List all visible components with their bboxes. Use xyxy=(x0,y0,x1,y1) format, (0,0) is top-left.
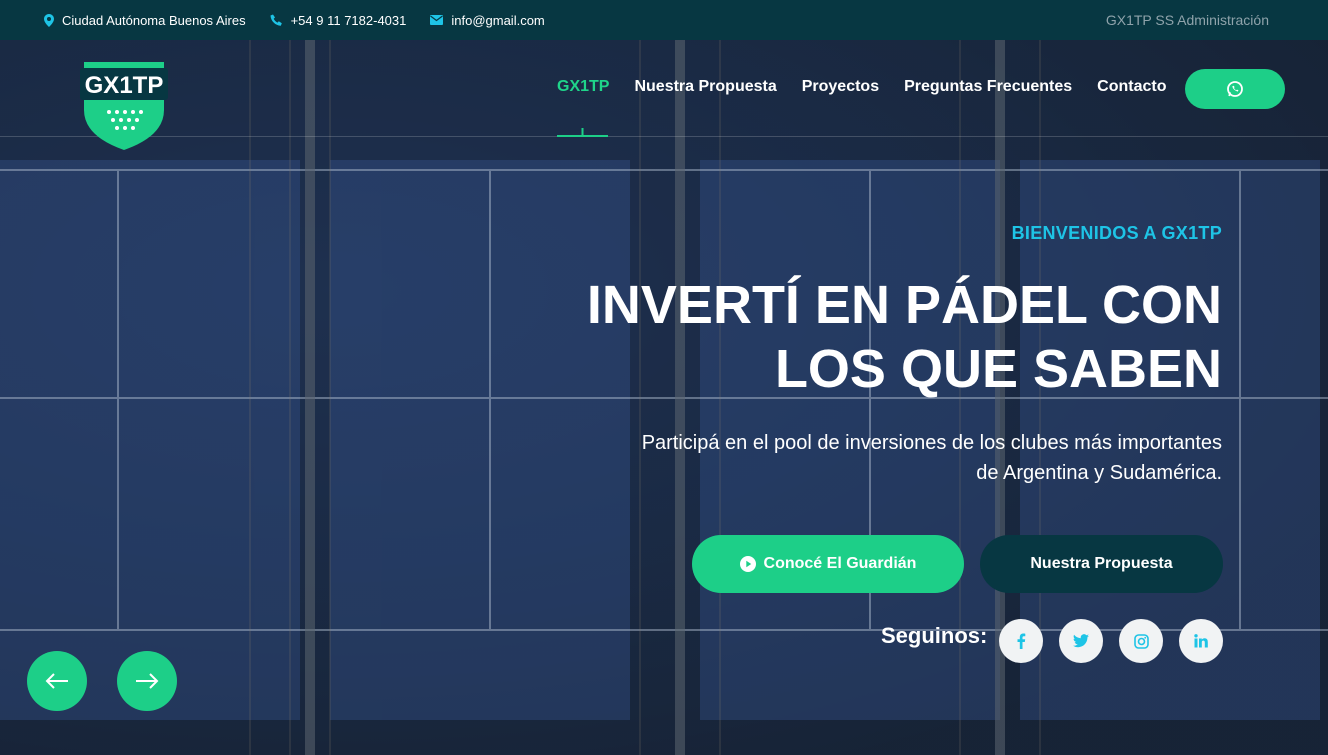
follow-label: Seguinos: xyxy=(881,623,988,648)
hero-headline-line2: LOS QUE SABEN xyxy=(774,339,1222,399)
nav-item-contacto[interactable]: Contacto xyxy=(1097,78,1166,96)
logo-text: GX1TP xyxy=(85,72,164,99)
phone-icon xyxy=(270,14,282,26)
top-info-bar: Ciudad Autónoma Buenos Aires +54 9 11 71… xyxy=(0,0,1328,40)
hero-headline: INVERTÍ EN PÁDEL CON LOS QUE SABEN xyxy=(522,273,1222,401)
conoce-el-guardian-button[interactable]: Conocé El Guardián xyxy=(692,535,964,593)
hero-kicker: BIENVENIDOS A GX1TP xyxy=(1011,223,1222,243)
nav-item-nuestra-propuesta[interactable]: Nuestra Propuesta xyxy=(634,78,776,96)
email-info[interactable]: info@gmail.com xyxy=(430,12,545,28)
linkedin-button[interactable] xyxy=(1179,619,1223,663)
facebook-icon xyxy=(1017,633,1026,649)
slider-next-button[interactable] xyxy=(117,651,177,711)
map-pin-icon xyxy=(44,13,54,27)
nav-item-proyectos[interactable]: Proyectos xyxy=(802,78,879,96)
envelope-icon xyxy=(430,15,444,25)
admin-link[interactable]: GX1TP SS Administración xyxy=(1106,12,1269,28)
hero-headline-line1: INVERTÍ EN PÁDEL CON xyxy=(586,275,1222,335)
instagram-icon xyxy=(1133,633,1149,649)
active-nav-indicator xyxy=(557,128,608,137)
location-info: Ciudad Autónoma Buenos Aires xyxy=(44,13,246,28)
linkedin-icon xyxy=(1194,634,1208,648)
primary-button-label: Conocé El Guardián xyxy=(763,555,917,572)
play-circle-icon xyxy=(739,556,756,572)
location-text: Ciudad Autónoma Buenos Aires xyxy=(62,12,246,28)
nav-item-preguntas-frecuentes[interactable]: Preguntas Frecuentes xyxy=(904,78,1072,96)
phone-info[interactable]: +54 9 11 7182-4031 xyxy=(270,12,407,28)
email-text: info@gmail.com xyxy=(451,12,545,28)
main-nav: GX1TP Nuestra Propuesta Proyectos Pregun… xyxy=(557,78,1192,96)
gx1tp-logo[interactable]: GX1TP xyxy=(76,52,172,152)
nav-item-gx1tp[interactable]: GX1TP xyxy=(557,78,609,96)
phone-text: +54 9 11 7182-4031 xyxy=(290,12,407,28)
arrow-left-icon xyxy=(45,673,68,689)
twitter-button[interactable] xyxy=(1059,619,1103,663)
slider-prev-button[interactable] xyxy=(27,651,87,711)
hero-subline-line1: Participá en el pool de inversiones de l… xyxy=(641,432,1222,454)
instagram-button[interactable] xyxy=(1119,619,1163,663)
twitter-icon xyxy=(1073,634,1089,648)
header-divider xyxy=(0,136,1328,137)
hero-subline-line2: de Argentina y Sudamérica. xyxy=(976,462,1222,484)
whatsapp-icon xyxy=(1227,81,1243,97)
whatsapp-button[interactable] xyxy=(1185,69,1285,109)
shield-logo-icon: GX1TP xyxy=(80,62,168,150)
nuestra-propuesta-button[interactable]: Nuestra Propuesta xyxy=(980,535,1223,593)
arrow-right-icon xyxy=(136,673,159,689)
secondary-button-label: Nuestra Propuesta xyxy=(1030,555,1173,572)
hero-subline: Participá en el pool de inversiones de l… xyxy=(542,428,1222,488)
facebook-button[interactable] xyxy=(999,619,1043,663)
